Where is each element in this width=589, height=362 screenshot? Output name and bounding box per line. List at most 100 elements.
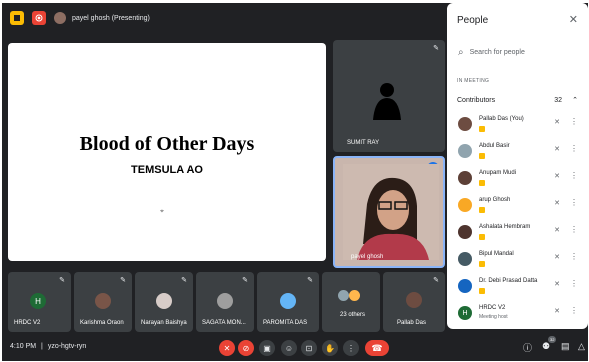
more-options-icon[interactable]: ⋮	[343, 340, 359, 356]
people-icon[interactable]: ⚉	[542, 341, 550, 352]
avatar	[458, 117, 472, 131]
participant-name: HRDC V2	[479, 305, 506, 311]
participant-tile-narayan[interactable]: ✎ Narayan Baishya	[135, 272, 193, 332]
more-options-icon[interactable]: ⋮	[570, 306, 578, 315]
avatar	[156, 293, 172, 309]
avatar	[95, 293, 111, 309]
avatar	[458, 198, 472, 212]
contributors-label: Contributors	[457, 96, 496, 104]
presentation-tile[interactable]: Blood of Other Days TEMSULA AO ⌖	[8, 43, 326, 261]
section-label: IN MEETING	[457, 78, 490, 84]
pin-icon[interactable]: ✎	[242, 276, 248, 284]
slide-author: TEMSULA AO	[131, 164, 203, 176]
contributor-badge-icon	[479, 288, 485, 294]
pin-icon[interactable]: ✎	[59, 276, 65, 284]
mic-off-icon[interactable]: ✕	[554, 118, 560, 126]
mic-off-icon[interactable]: ✕	[554, 199, 560, 207]
meeting-info: 4:10 PM | yzo-hgtv-ryn	[10, 343, 86, 350]
emoji-icon[interactable]: ☺	[281, 340, 297, 356]
tile-name-payel-ghosh: payel ghosh	[351, 254, 384, 260]
participant-tile-karishma[interactable]: ✎ Karishma Oraon	[74, 272, 132, 332]
mic-off-icon[interactable]: ✕	[219, 340, 235, 356]
meeting-code: yzo-hgtv-ryn	[47, 343, 87, 350]
participant-tile-sumit-ray[interactable]: ✎ SUMIT RAY	[333, 40, 445, 152]
cursor-icon: ⌖	[160, 208, 164, 215]
mic-off-icon[interactable]: ✕	[554, 226, 560, 234]
participant-tile-sagata[interactable]: ✎ SAGATA MON...	[196, 272, 254, 332]
participant-name: Ashalata Hembram	[479, 224, 531, 230]
presenting-indicator: payel ghosh (Presenting)	[54, 10, 150, 26]
pin-icon[interactable]: ✎	[433, 276, 439, 284]
people-panel: People ✕ ⌕ Search for people IN MEETING …	[447, 3, 588, 329]
captions-icon[interactable]: ▣	[259, 340, 275, 356]
record-icon[interactable]	[32, 11, 46, 25]
pin-icon[interactable]: ✎	[307, 276, 313, 284]
participant-tile-hrdc[interactable]: ✎ H HRDC V2	[8, 272, 71, 332]
participant-tile-others[interactable]: 23 others	[322, 272, 380, 332]
avatar	[217, 293, 233, 309]
tile-name: 23 others	[340, 312, 366, 318]
list-item[interactable]: Bipul Mandal ✕ ⋮	[447, 248, 588, 275]
contributor-badge-icon	[479, 180, 485, 186]
tile-name: Narayan Baishya	[141, 320, 187, 326]
close-icon[interactable]: ✕	[569, 13, 578, 26]
participant-name: Bipul Mandal	[479, 251, 514, 257]
people-count-badge: 32	[548, 336, 557, 343]
search-placeholder: Search for people	[469, 48, 525, 56]
list-item[interactable]: Anupam Mudi ✕ ⋮	[447, 167, 588, 194]
participant-tile-pallab[interactable]: ✎ Pallab Das	[383, 272, 445, 332]
present-icon[interactable]: ⊡	[301, 340, 317, 356]
avatar	[458, 144, 472, 158]
leave-call-button[interactable]: ☎	[365, 340, 389, 356]
pin-icon[interactable]: ✎	[181, 276, 187, 284]
more-options-icon[interactable]: ⋮	[570, 117, 578, 126]
info-icon[interactable]: ⓘ	[523, 341, 532, 354]
search-input[interactable]: ⌕ Search for people	[455, 43, 579, 61]
contributors-header[interactable]: Contributors 32 ⌃	[453, 92, 582, 108]
more-options-icon[interactable]: ⋮	[570, 198, 578, 207]
list-item[interactable]: Dr. Debi Prasad Datta ✕ ⋮	[447, 275, 588, 302]
person-silhouette	[373, 83, 401, 120]
list-item[interactable]: Pallab Das (You) ✕ ⋮	[447, 113, 588, 140]
participant-tile-payel-ghosh[interactable]: payel ghosh	[333, 156, 445, 268]
participant-name: arup Ghosh	[479, 197, 511, 203]
pin-icon[interactable]: ✎	[433, 44, 439, 52]
avatar	[406, 292, 422, 308]
avatar	[458, 225, 472, 239]
raise-hand-icon[interactable]: ✋	[322, 340, 338, 356]
tile-name: Pallab Das	[397, 320, 427, 326]
list-item[interactable]: arup Ghosh ✕ ⋮	[447, 194, 588, 221]
avatar	[280, 293, 296, 309]
camera-off-icon[interactable]: ⊘	[238, 340, 254, 356]
more-options-icon[interactable]: ⋮	[570, 171, 578, 180]
chat-icon[interactable]: ▤	[561, 341, 570, 352]
tile-name: HRDC V2	[14, 320, 41, 326]
more-options-icon[interactable]: ⋮	[570, 252, 578, 261]
participant-tile-paromita[interactable]: ✎ PAROMITA DAS	[257, 272, 319, 332]
slide-icon[interactable]	[10, 11, 24, 25]
pin-icon[interactable]: ✎	[120, 276, 126, 284]
list-item[interactable]: H HRDC V2 Meeting host ✕ ⋮	[447, 302, 588, 329]
top-bar: payel ghosh (Presenting)	[2, 3, 447, 33]
list-item[interactable]: Ashalata Hembram ✕ ⋮	[447, 221, 588, 248]
list-item[interactable]: Abdul Basir ✕ ⋮	[447, 140, 588, 167]
contributor-badge-icon	[479, 261, 485, 267]
activities-icon[interactable]: △	[578, 341, 585, 352]
speaker-video	[343, 164, 439, 260]
contributor-badge-icon	[479, 126, 485, 132]
more-options-icon[interactable]: ⋮	[570, 279, 578, 288]
mic-off-icon[interactable]: ✕	[554, 172, 560, 180]
mic-off-icon[interactable]: ✕	[554, 145, 560, 153]
presenting-text: payel ghosh (Presenting)	[72, 14, 150, 22]
mic-off-icon[interactable]: ✕	[554, 253, 560, 261]
mic-off-icon[interactable]: ✕	[554, 280, 560, 288]
avatar	[338, 290, 349, 301]
chevron-up-icon[interactable]: ⌃	[572, 96, 578, 104]
more-options-icon[interactable]: ⋮	[570, 225, 578, 234]
mic-off-icon[interactable]: ✕	[554, 307, 560, 315]
contributor-badge-icon	[479, 234, 485, 240]
search-icon: ⌕	[458, 46, 464, 58]
avatar	[458, 252, 472, 266]
more-options-icon[interactable]: ⋮	[570, 144, 578, 153]
people-panel-title: People	[457, 15, 489, 26]
